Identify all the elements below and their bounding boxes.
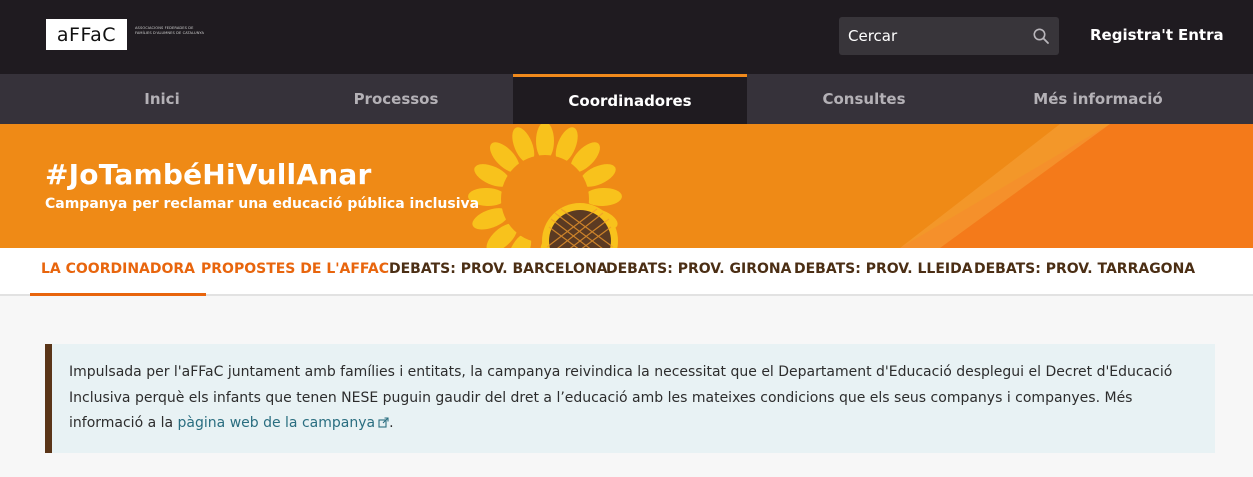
campaign-website-link-label: pàgina web de la campanya bbox=[177, 415, 376, 431]
external-link-icon bbox=[378, 417, 389, 428]
main-navigation: Inici Processos Coordinadores Consultes … bbox=[0, 74, 1253, 124]
top-header: aFFaC ASSOCIACIONS FEDERADES DE FAMÍLIES… bbox=[0, 0, 1253, 74]
description-end: . bbox=[389, 415, 394, 431]
search-input[interactable] bbox=[839, 17, 1029, 55]
coordinadora-tabs: LA COORDINADORA PROPOSTES DE L'AFFAC DEB… bbox=[0, 248, 1253, 296]
nav-item-coordinadores[interactable]: Coordinadores bbox=[513, 74, 747, 124]
tab-debats-lleida[interactable]: DEBATS: PROV. LLEIDA bbox=[794, 248, 973, 296]
campaign-website-link[interactable]: pàgina web de la campanya bbox=[178, 415, 390, 431]
magnifier-icon[interactable] bbox=[1032, 27, 1050, 45]
nav-item-mes-informacio[interactable]: Més informació bbox=[981, 74, 1215, 124]
banner-subtitle: Campanya per reclamar una educació públi… bbox=[45, 196, 480, 212]
nav-item-inici[interactable]: Inici bbox=[45, 74, 279, 124]
register-link[interactable]: Registra't bbox=[1090, 26, 1173, 44]
login-link[interactable]: Entra bbox=[1178, 26, 1224, 44]
tab-debats-barcelona[interactable]: DEBATS: PROV. BARCELONA bbox=[389, 248, 608, 296]
tab-debats-girona[interactable]: DEBATS: PROV. GIRONA bbox=[606, 248, 791, 296]
tab-debats-tarragona[interactable]: DEBATS: PROV. TARRAGONA bbox=[974, 248, 1195, 296]
affac-logo[interactable]: aFFaC bbox=[46, 19, 127, 50]
nav-item-processos[interactable]: Processos bbox=[279, 74, 513, 124]
campaign-description: Impulsada per l'aFFaC juntament amb famí… bbox=[45, 344, 1215, 453]
campaign-banner: #JoTambéHiVullAnar Campanya per reclamar… bbox=[0, 124, 1253, 248]
logo-subtitle: ASSOCIACIONS FEDERADES DE FAMÍLIES D'ALU… bbox=[135, 26, 205, 35]
banner-title: #JoTambéHiVullAnar bbox=[45, 158, 372, 191]
sunflower-icon bbox=[468, 124, 622, 248]
nav-item-consultes[interactable]: Consultes bbox=[747, 74, 981, 124]
logo-wordmark: aFFaC bbox=[56, 23, 117, 46]
tab-propostes-affac[interactable]: PROPOSTES DE L'AFFAC bbox=[201, 248, 389, 296]
search-box bbox=[839, 17, 1059, 55]
tab-la-coordinadora[interactable]: LA COORDINADORA bbox=[30, 248, 207, 296]
